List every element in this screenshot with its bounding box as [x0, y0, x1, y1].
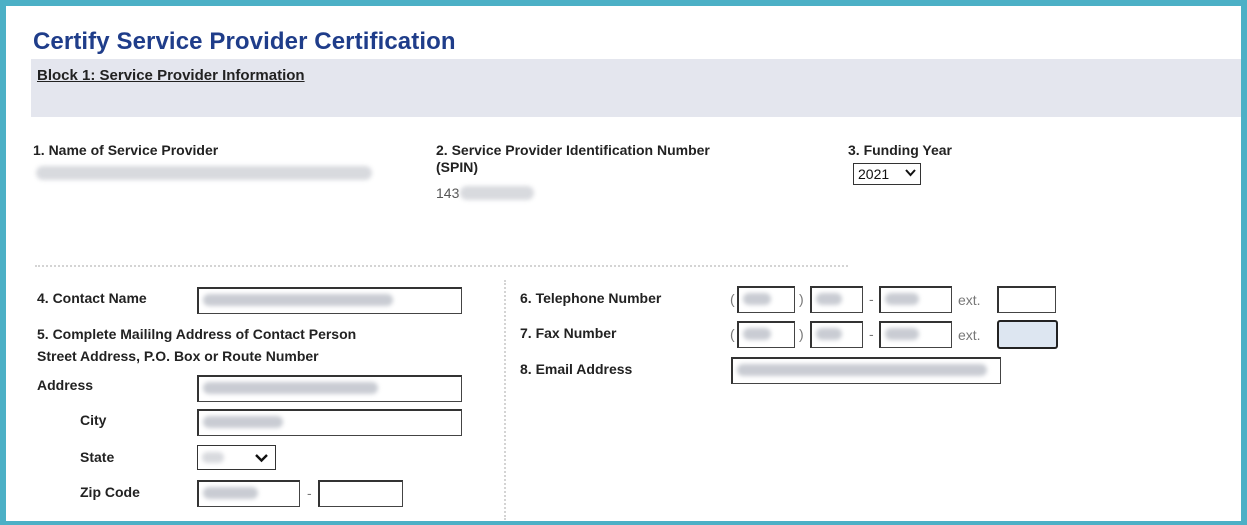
address-label: Address: [37, 377, 94, 393]
city-label: City: [80, 412, 107, 428]
fax-paren-open: (: [730, 326, 735, 342]
fax-area-code-input[interactable]: [737, 321, 795, 348]
block-1-title: Block 1: Service Provider Information: [37, 67, 305, 84]
fax-line-input[interactable]: [879, 321, 952, 348]
zip-plus4-input[interactable]: [318, 480, 403, 507]
fax-ext-input-focused[interactable]: [997, 320, 1058, 349]
phone-paren-open: (: [730, 291, 735, 307]
phone-dash: -: [869, 291, 874, 307]
phone-paren-close: ): [799, 291, 804, 307]
street-address-sublabel: Street Address, P.O. Box or Route Number: [37, 348, 319, 364]
spin-label: 2. Service Provider Identification Numbe…: [436, 142, 710, 175]
contact-name-label: 4. Contact Name: [37, 290, 147, 306]
mailing-address-label: 5. Complete Maililng Address of Contact …: [37, 326, 357, 342]
state-select[interactable]: [197, 445, 276, 470]
spin-label-line2: (SPIN): [436, 159, 478, 175]
column-divider: [504, 280, 506, 520]
spin-value: 143: [436, 185, 460, 201]
chevron-down-icon: [905, 167, 916, 181]
section-divider: [35, 265, 848, 267]
email-input[interactable]: [731, 357, 1001, 384]
phone-ext-label: ext.: [958, 292, 981, 308]
phone-line-input[interactable]: [879, 286, 952, 313]
fax-label: 7. Fax Number: [520, 325, 617, 341]
phone-prefix-input[interactable]: [810, 286, 863, 313]
city-input[interactable]: [197, 409, 462, 436]
funding-year-label: 3. Funding Year: [848, 142, 952, 158]
fax-ext-label: ext.: [958, 327, 981, 343]
address-input[interactable]: [197, 375, 462, 402]
fax-dash: -: [869, 326, 874, 342]
zip-code-label: Zip Code: [80, 484, 140, 500]
funding-year-selected: 2021: [858, 166, 890, 182]
zip-code-input[interactable]: [197, 480, 300, 507]
spin-value-blurred: [460, 186, 534, 200]
email-label: 8. Email Address: [520, 361, 633, 377]
spin-label-line1: 2. Service Provider Identification Numbe…: [436, 142, 710, 158]
zip-separator: -: [307, 485, 312, 501]
fax-paren-close: ): [799, 326, 804, 342]
fax-prefix-input[interactable]: [810, 321, 863, 348]
phone-area-code-input[interactable]: [737, 286, 795, 313]
chevron-down-icon: [255, 452, 268, 466]
page-title: Certify Service Provider Certification: [33, 28, 456, 55]
state-selected: [202, 452, 224, 463]
funding-year-select[interactable]: 2021: [853, 163, 921, 185]
contact-name-input[interactable]: [197, 287, 462, 314]
provider-name-value: [36, 166, 372, 180]
state-label: State: [80, 449, 115, 465]
telephone-label: 6. Telephone Number: [520, 290, 662, 306]
phone-ext-input[interactable]: [997, 286, 1056, 313]
provider-name-label: 1. Name of Service Provider: [33, 142, 219, 158]
